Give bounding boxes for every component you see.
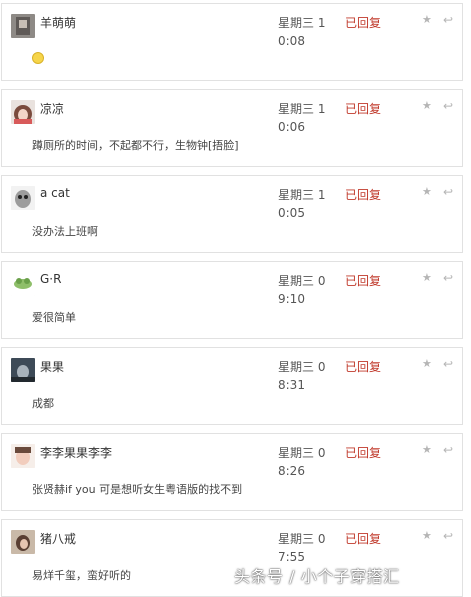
message-card: 果果 星期三 0 8:31 已回复 ★ ↩ 成都 bbox=[1, 347, 463, 425]
sender-name[interactable]: 羊萌萌 bbox=[40, 14, 76, 31]
reply-arrow-icon[interactable]: ↩ bbox=[443, 443, 453, 457]
message-text bbox=[32, 51, 44, 64]
message-date: 星期三 0 7:55 bbox=[278, 532, 326, 564]
reply-arrow-icon[interactable]: ↩ bbox=[443, 271, 453, 285]
star-icon[interactable]: ★ bbox=[422, 529, 432, 542]
sender-name[interactable]: 果果 bbox=[40, 358, 64, 375]
message-date: 星期三 1 0:06 bbox=[278, 102, 326, 134]
reply-arrow-icon[interactable]: ↩ bbox=[443, 13, 453, 27]
replied-status: 已回复 bbox=[345, 102, 382, 116]
message-card: 李李果果李李 星期三 0 8:26 已回复 ★ ↩ 张贤赫if you 可是想听女… bbox=[1, 433, 463, 511]
replied-status: 已回复 bbox=[345, 16, 382, 30]
avatar[interactable] bbox=[11, 272, 35, 296]
replied-status: 已回复 bbox=[345, 446, 382, 460]
sender-name[interactable]: G·R bbox=[40, 272, 61, 286]
reply-arrow-icon[interactable]: ↩ bbox=[443, 529, 453, 543]
message-card: a cat 星期三 1 0:05 已回复 ★ ↩ 没办法上班啊 bbox=[1, 175, 463, 253]
message-date: 星期三 0 8:26 bbox=[278, 446, 326, 478]
star-icon[interactable]: ★ bbox=[422, 99, 432, 112]
message-card: G·R 星期三 0 9:10 已回复 ★ ↩ 爱很简单 bbox=[1, 261, 463, 339]
watermark: 头条号 / 小个子穿搭汇 bbox=[234, 567, 400, 586]
replied-status: 已回复 bbox=[345, 360, 382, 374]
sender-name[interactable]: 李李果果李李 bbox=[40, 444, 112, 461]
message-date: 星期三 1 0:08 bbox=[278, 16, 326, 48]
sender-name[interactable]: 猪八戒 bbox=[40, 530, 76, 547]
reply-arrow-icon[interactable]: ↩ bbox=[443, 185, 453, 199]
star-icon[interactable]: ★ bbox=[422, 13, 432, 26]
message-date: 星期三 0 9:10 bbox=[278, 274, 326, 306]
avatar[interactable] bbox=[11, 444, 35, 468]
reply-arrow-icon[interactable]: ↩ bbox=[443, 357, 453, 371]
star-icon[interactable]: ★ bbox=[422, 443, 432, 456]
replied-status: 已回复 bbox=[345, 188, 382, 202]
message-card: 羊萌萌 星期三 1 0:08 已回复 ★ ↩ bbox=[1, 3, 463, 81]
message-text: 蹲厕所的时间，不起都不行，生物钟[捂脸] bbox=[32, 139, 239, 152]
message-text: 成都 bbox=[32, 397, 54, 410]
star-icon[interactable]: ★ bbox=[422, 185, 432, 198]
avatar[interactable] bbox=[11, 530, 35, 554]
star-icon[interactable]: ★ bbox=[422, 271, 432, 284]
replied-status: 已回复 bbox=[345, 274, 382, 288]
message-text: 易烊千玺，蛮好听的 bbox=[32, 569, 131, 582]
avatar[interactable] bbox=[11, 186, 35, 210]
sender-name[interactable]: a cat bbox=[40, 186, 70, 200]
message-text: 张贤赫if you 可是想听女生粤语版的找不到 bbox=[32, 483, 243, 496]
message-text: 爱很简单 bbox=[32, 311, 76, 324]
sender-name[interactable]: 凉凉 bbox=[40, 100, 64, 117]
star-icon[interactable]: ★ bbox=[422, 357, 432, 370]
avatar[interactable] bbox=[11, 14, 35, 38]
message-date: 星期三 0 8:31 bbox=[278, 360, 326, 392]
smile-emoji-icon bbox=[32, 52, 44, 64]
replied-status: 已回复 bbox=[345, 532, 382, 546]
message-text: 没办法上班啊 bbox=[32, 225, 98, 238]
reply-arrow-icon[interactable]: ↩ bbox=[443, 99, 453, 113]
message-card: 凉凉 星期三 1 0:06 已回复 ★ ↩ 蹲厕所的时间，不起都不行，生物钟[捂脸… bbox=[1, 89, 463, 167]
avatar[interactable] bbox=[11, 358, 35, 382]
avatar[interactable] bbox=[11, 100, 35, 124]
message-date: 星期三 1 0:05 bbox=[278, 188, 326, 220]
